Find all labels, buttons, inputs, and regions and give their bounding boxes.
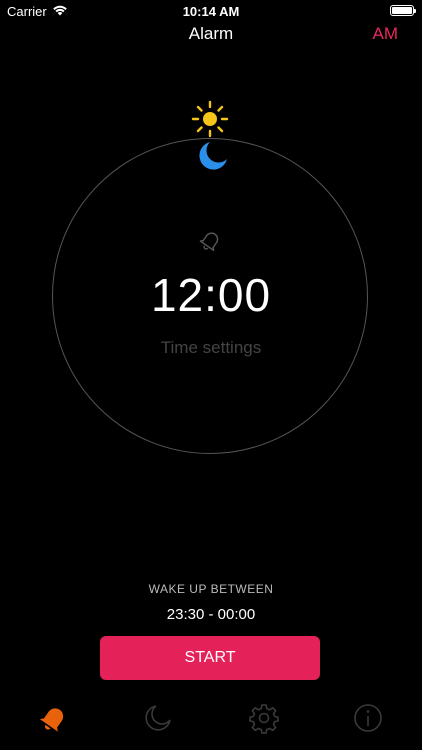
tab-settings[interactable]	[248, 702, 280, 734]
gear-icon	[249, 704, 279, 734]
status-time: 10:14 AM	[182, 4, 240, 19]
page-title: Alarm	[188, 24, 234, 43]
alarm-bell-icon	[39, 708, 64, 732]
alarm-bell-icon	[199, 232, 219, 252]
wake-up-label: WAKE UP BETWEEN	[148, 582, 274, 596]
status-bar: Carrier 10:14 AM	[0, 0, 422, 22]
info-icon	[354, 704, 382, 732]
alarm-time[interactable]: 12:00	[0, 268, 422, 322]
start-button[interactable]: START	[100, 636, 320, 680]
moon-icon[interactable]	[194, 138, 230, 174]
wake-up-range: 23:30 - 00:00	[166, 606, 256, 623]
tab-bar	[0, 696, 422, 750]
sun-icon[interactable]	[191, 100, 229, 138]
tab-sleep[interactable]	[142, 702, 174, 734]
am-pm-toggle-button[interactable]: AM	[373, 24, 399, 44]
moon-icon	[145, 705, 171, 731]
tab-info[interactable]	[352, 702, 384, 734]
battery-icon	[390, 5, 416, 16]
tab-alarm[interactable]	[38, 702, 70, 734]
time-settings-label[interactable]: Time settings	[0, 338, 422, 358]
